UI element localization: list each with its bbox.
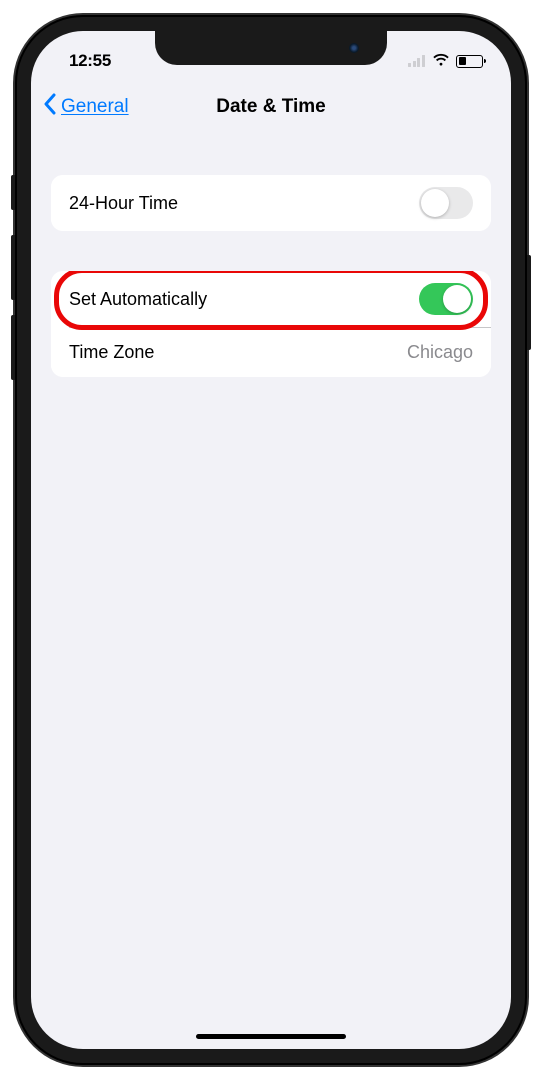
row-set-automatically[interactable]: Set Automatically	[51, 271, 491, 327]
nav-bar: General Date & Time	[31, 79, 511, 135]
volume-up-button	[11, 235, 15, 300]
row-24-hour-time-label: 24-Hour Time	[69, 193, 178, 214]
phone-frame: 12:55 General Date & Time	[15, 15, 527, 1065]
page-title: Date & Time	[216, 96, 325, 118]
home-indicator[interactable]	[196, 1034, 346, 1039]
settings-group-2: Set Automatically Time Zone Chicago	[51, 271, 491, 377]
wifi-icon	[432, 51, 450, 71]
mute-switch	[11, 175, 15, 210]
chevron-left-icon	[43, 93, 57, 121]
volume-down-button	[11, 315, 15, 380]
back-label: General	[61, 96, 129, 118]
settings-group-1: 24-Hour Time	[51, 175, 491, 231]
toggle-knob	[443, 285, 471, 313]
content-area: 24-Hour Time Set Automatically Time Zone	[31, 135, 511, 377]
row-set-automatically-label: Set Automatically	[69, 289, 207, 310]
phone-screen: 12:55 General Date & Time	[31, 31, 511, 1049]
notch	[155, 31, 387, 65]
toggle-set-automatically[interactable]	[419, 283, 473, 315]
toggle-24-hour-time[interactable]	[419, 187, 473, 219]
front-camera	[349, 43, 359, 53]
row-time-zone-value: Chicago	[407, 342, 473, 363]
cellular-icon	[408, 55, 426, 67]
power-button	[527, 255, 531, 350]
battery-level	[459, 57, 467, 65]
row-time-zone[interactable]: Time Zone Chicago	[51, 327, 491, 377]
status-indicators	[408, 51, 483, 71]
status-time: 12:55	[69, 51, 129, 71]
battery-icon	[456, 55, 483, 68]
back-button[interactable]: General	[43, 93, 129, 121]
row-time-zone-label: Time Zone	[69, 342, 154, 363]
row-24-hour-time[interactable]: 24-Hour Time	[51, 175, 491, 231]
toggle-knob	[421, 189, 449, 217]
